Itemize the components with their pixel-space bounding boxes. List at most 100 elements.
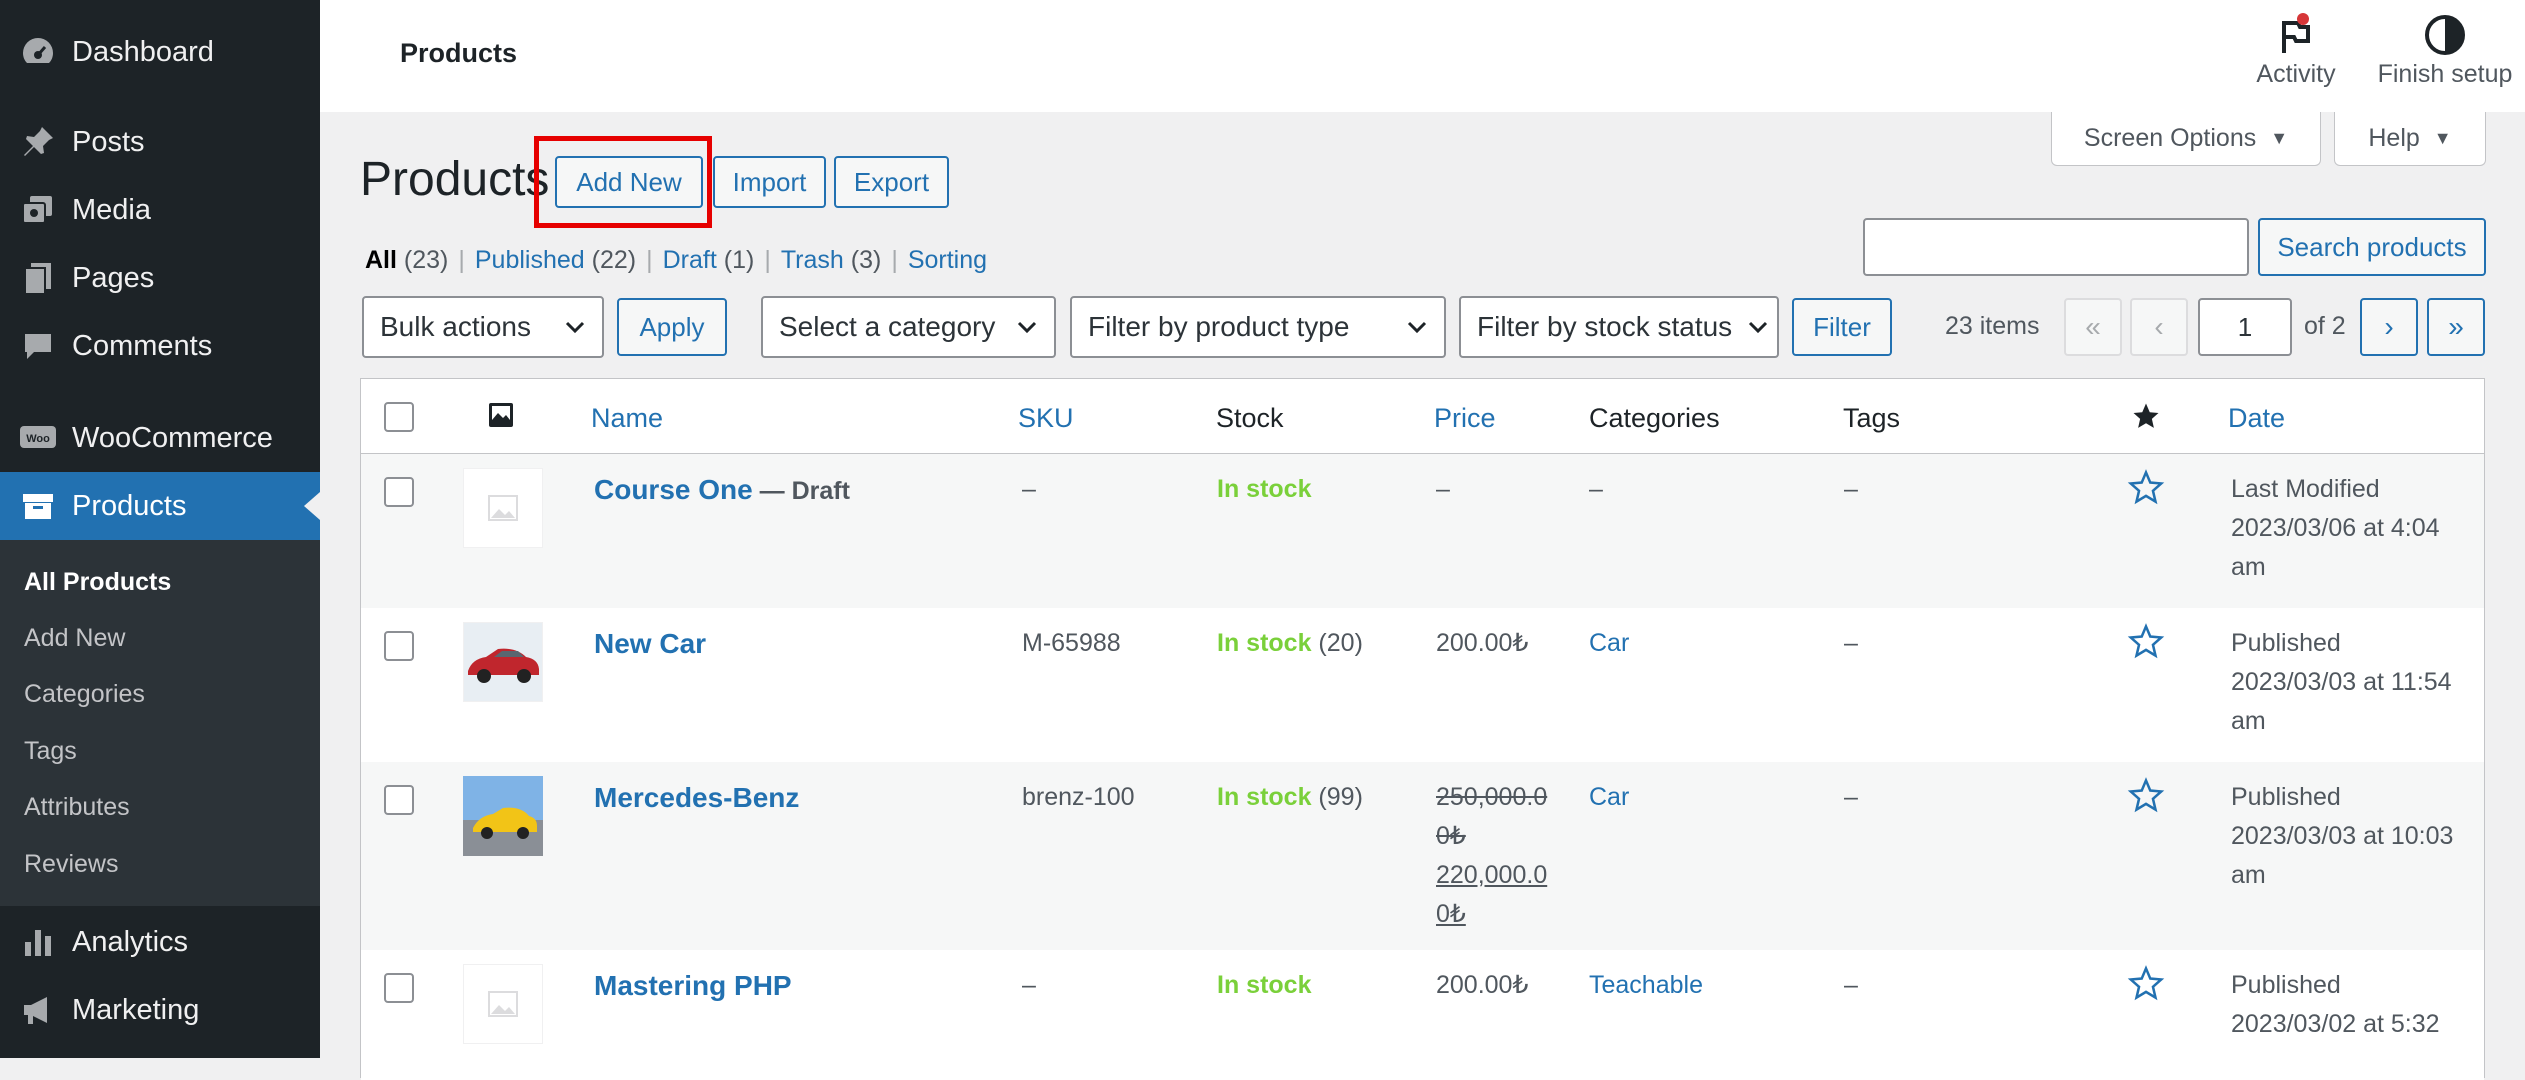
current-page-input[interactable]: 1	[2198, 298, 2292, 356]
submenu-categories[interactable]: Categories	[24, 680, 145, 709]
view-all[interactable]: All (23)	[365, 246, 448, 274]
date-value: 2023/03/02 at 5:32	[2231, 1010, 2440, 1038]
caret-down-icon: ▼	[2433, 128, 2452, 148]
menu-label: Media	[72, 193, 151, 226]
mercedes-thumbnail-image[interactable]	[463, 776, 543, 856]
menu-label: Comments	[72, 329, 213, 362]
select-value: Bulk actions	[380, 311, 531, 342]
product-name-link[interactable]: Mastering PHP	[594, 970, 792, 1001]
column-sku[interactable]: SKU	[1018, 403, 1074, 434]
category-link[interactable]: Car	[1589, 778, 1629, 817]
submenu-reviews[interactable]: Reviews	[24, 850, 118, 879]
view-trash[interactable]: Trash (3)	[781, 246, 882, 274]
view-draft[interactable]: Draft (1)	[663, 246, 755, 274]
stock-cell: In stock (20)	[1217, 629, 1363, 657]
product-name-link[interactable]: New Car	[594, 628, 706, 659]
category-select[interactable]: Select a category	[761, 296, 1056, 358]
product-name-cell: Mastering PHP	[594, 966, 792, 1007]
tags-cell: –	[1844, 971, 1858, 999]
select-value: Select a category	[779, 311, 996, 342]
product-type-select[interactable]: Filter by product type	[1070, 296, 1446, 358]
product-name-cell: New Car	[594, 624, 706, 665]
row-checkbox[interactable]	[384, 477, 414, 507]
megaphone-icon	[18, 990, 58, 1030]
menu-products[interactable]: Products	[0, 472, 320, 540]
select-value: Filter by product type	[1088, 311, 1350, 342]
submenu-add-new[interactable]: Add New	[24, 624, 125, 653]
help-button[interactable]: Help ▼	[2334, 112, 2486, 166]
submenu-attributes[interactable]: Attributes	[24, 793, 130, 822]
star-outline-icon[interactable]	[2127, 776, 2165, 819]
category-cell: –	[1589, 475, 1603, 503]
tags-cell: –	[1844, 783, 1858, 811]
activity-button[interactable]: Activity	[2226, 10, 2366, 89]
filter-button[interactable]: Filter	[1792, 298, 1892, 356]
column-categories: Categories	[1589, 403, 1720, 433]
sale-price: 220,000.00₺	[1436, 861, 1548, 928]
car-thumbnail-image[interactable]	[463, 622, 543, 702]
row-checkbox[interactable]	[384, 973, 414, 1003]
menu-marketing[interactable]: Marketing	[0, 976, 320, 1044]
row-checkbox[interactable]	[384, 631, 414, 661]
star-outline-icon[interactable]	[2127, 468, 2165, 511]
column-name[interactable]: Name	[591, 403, 663, 434]
menu-analytics[interactable]: Analytics	[0, 908, 320, 976]
star-outline-icon[interactable]	[2127, 622, 2165, 665]
column-tags: Tags	[1843, 403, 1901, 433]
screen-options-button[interactable]: Screen Options ▼	[2051, 112, 2321, 166]
star-filled-icon[interactable]	[2131, 401, 2161, 436]
stock-cell: In stock	[1217, 475, 1312, 503]
chevron-down-icon	[562, 314, 588, 347]
placeholder-image-icon[interactable]	[463, 964, 543, 1044]
search-products-button[interactable]: Search products	[2258, 218, 2486, 276]
export-button[interactable]: Export	[834, 156, 949, 208]
date-value: 2023/03/06 at 4:04	[2231, 514, 2440, 542]
stock-status-select[interactable]: Filter by stock status	[1459, 296, 1779, 358]
placeholder-image-icon[interactable]	[463, 468, 543, 548]
date-value: 2023/03/03 at 11:54	[2231, 668, 2452, 696]
next-page-button[interactable]: ›	[2360, 298, 2418, 356]
sku-cell: –	[1022, 971, 1036, 999]
pin-icon	[18, 122, 58, 162]
category-link[interactable]: Teachable	[1589, 966, 1703, 1005]
table-row: Mastering PHP – In stock 200.00₺ Teachab…	[361, 950, 2484, 1080]
prev-page-button[interactable]: ‹	[2130, 298, 2188, 356]
submenu-tags[interactable]: Tags	[24, 737, 77, 766]
highlight-box	[534, 136, 712, 228]
screen-options-label: Screen Options	[2083, 124, 2257, 152]
table-row: Course One — Draft – In stock – – – Last…	[361, 454, 2484, 608]
menu-pages[interactable]: Pages	[0, 244, 320, 312]
menu-woocommerce[interactable]: Woo WooCommerce	[0, 404, 320, 472]
table-row: Mercedes-Benz brenz-100 In stock (99) 25…	[361, 762, 2484, 950]
menu-dashboard[interactable]: Dashboard	[0, 18, 320, 86]
sku-cell: –	[1022, 475, 1036, 503]
search-input[interactable]	[1863, 218, 2249, 276]
view-published[interactable]: Published (22)	[475, 246, 636, 274]
column-date[interactable]: Date	[2228, 403, 2285, 434]
apply-button[interactable]: Apply	[617, 298, 727, 356]
category-link[interactable]: Car	[1589, 624, 1629, 663]
column-price[interactable]: Price	[1434, 403, 1496, 434]
product-name-link[interactable]: Mercedes-Benz	[594, 782, 799, 813]
select-all-checkbox[interactable]	[384, 402, 414, 432]
bulk-actions-select[interactable]: Bulk actions	[362, 296, 604, 358]
product-name-link[interactable]: Course One	[594, 474, 753, 505]
finish-setup-button[interactable]: Finish setup	[2360, 10, 2525, 89]
header-title: Products	[400, 38, 518, 68]
submenu-all-products[interactable]: All Products	[24, 568, 171, 597]
products-table: Name SKU Stock Price Categories Tags Dat…	[360, 378, 2485, 1080]
chevron-down-icon	[1404, 314, 1430, 347]
tags-cell: –	[1844, 475, 1858, 503]
first-page-button[interactable]: «	[2064, 298, 2122, 356]
menu-posts[interactable]: Posts	[0, 108, 320, 176]
menu-comments[interactable]: Comments	[0, 312, 320, 380]
import-button[interactable]: Import	[713, 156, 826, 208]
products-submenu: All Products Add New Categories Tags Att…	[0, 540, 320, 906]
view-sorting[interactable]: Sorting	[908, 246, 987, 274]
row-checkbox[interactable]	[384, 785, 414, 815]
half-circle-icon	[2360, 10, 2525, 60]
menu-media[interactable]: Media	[0, 176, 320, 244]
last-page-button[interactable]: »	[2427, 298, 2485, 356]
star-outline-icon[interactable]	[2127, 964, 2165, 1007]
woocommerce-icon: Woo	[18, 418, 58, 458]
